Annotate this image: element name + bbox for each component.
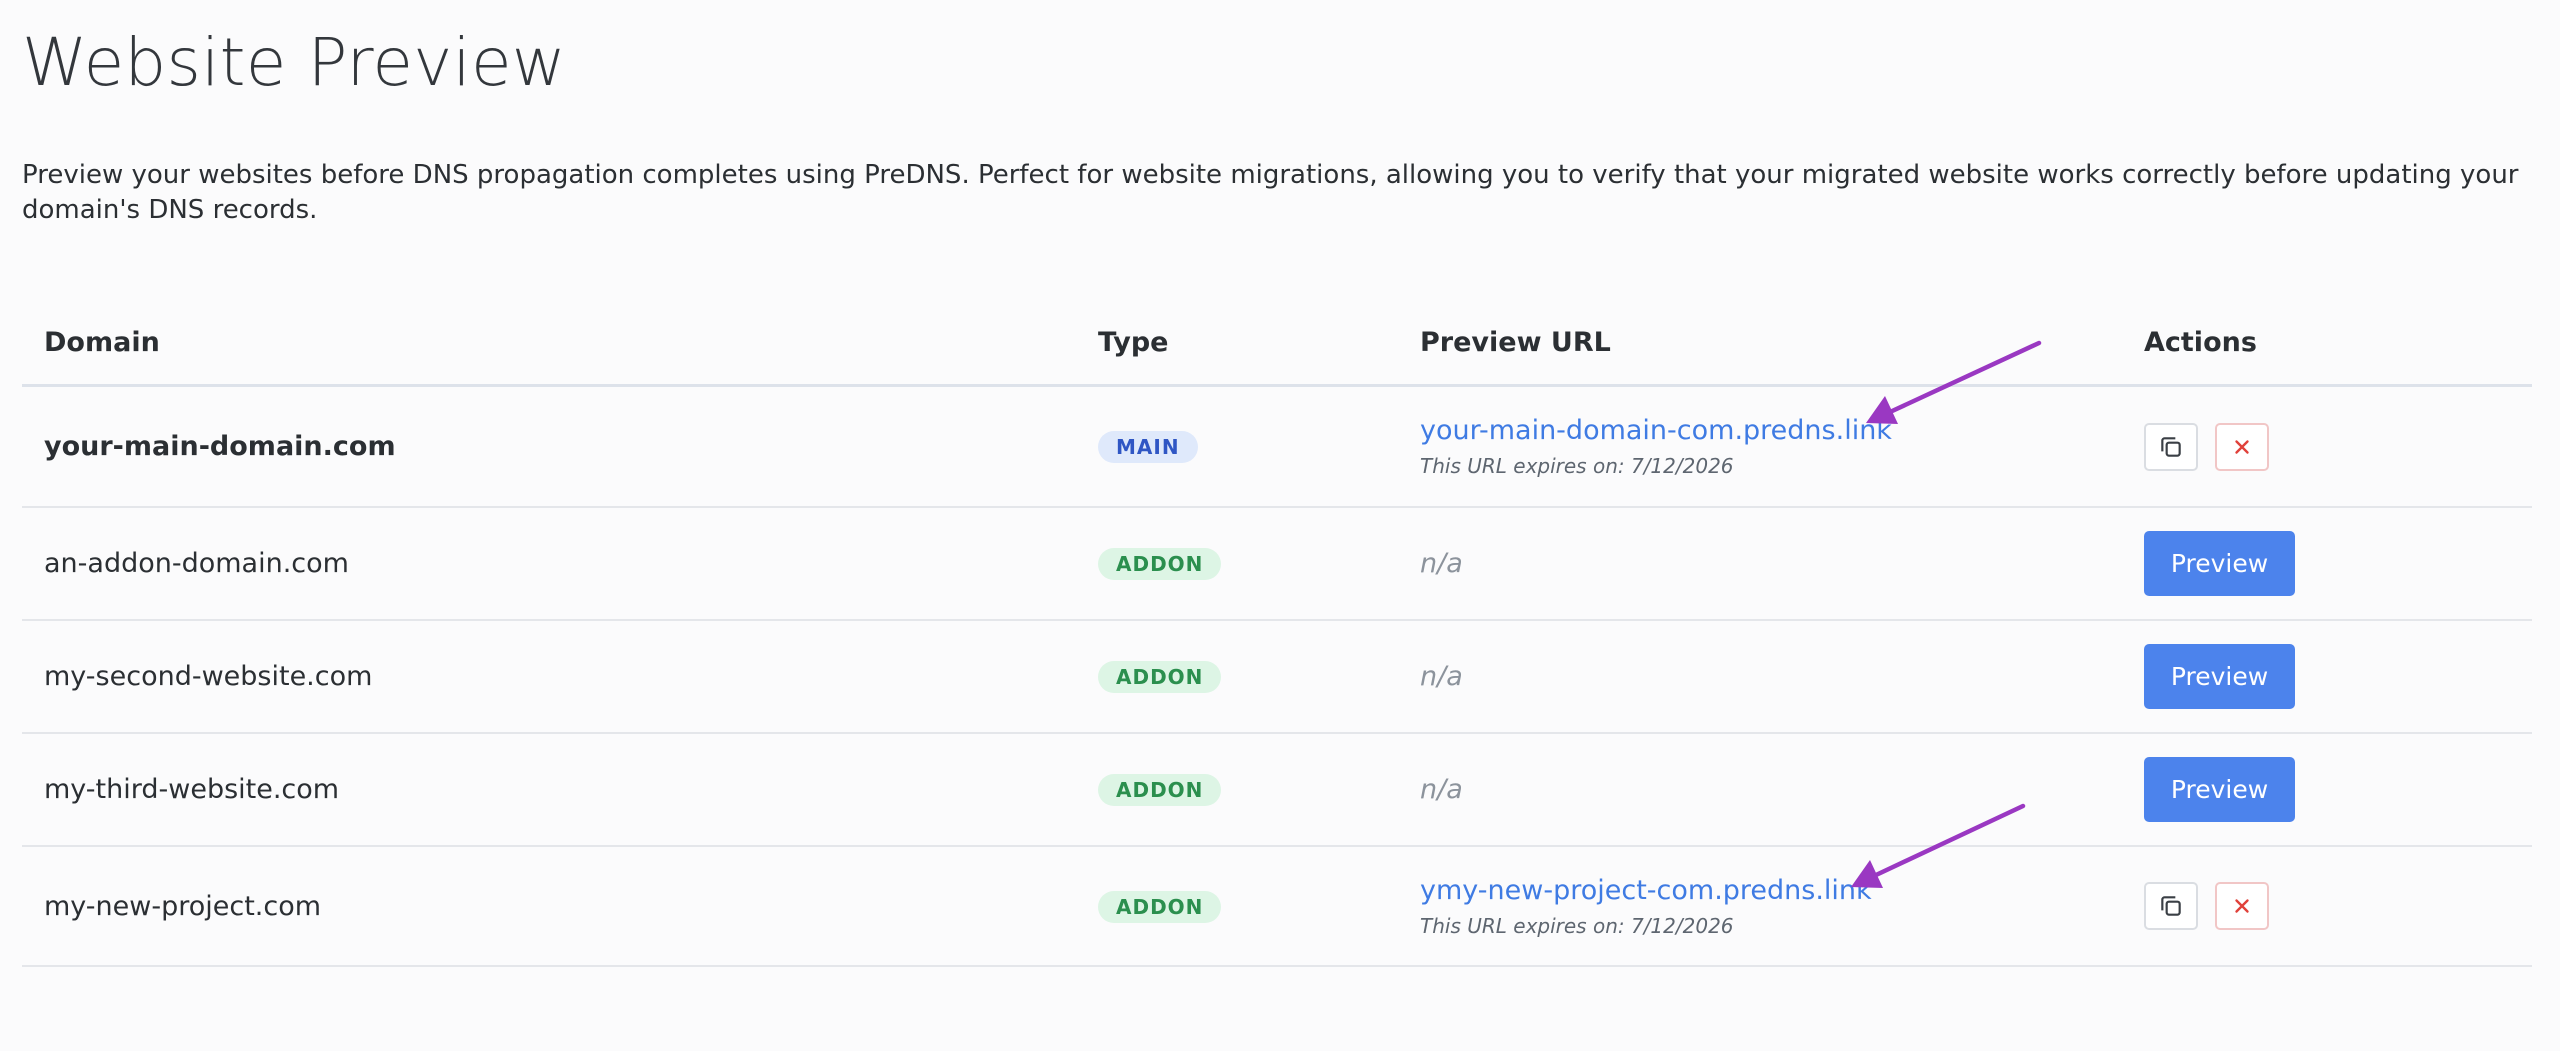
preview-url-na: n/a bbox=[1420, 774, 1463, 805]
page-description: Preview your websites before DNS propaga… bbox=[22, 160, 2519, 225]
preview-url-na: n/a bbox=[1420, 548, 1463, 579]
preview-button[interactable]: Preview bbox=[2144, 757, 2295, 822]
type-badge-addon: ADDON bbox=[1098, 661, 1222, 693]
type-badge-addon: ADDON bbox=[1098, 548, 1222, 580]
url-expiry-text: This URL expires on: 7/12/2026 bbox=[1420, 454, 1734, 478]
preview-url-cell: n/a bbox=[1398, 733, 2122, 847]
preview-url-na: n/a bbox=[1420, 661, 1463, 692]
table-row: my-new-project.com ADDON ymy-new-project… bbox=[22, 846, 2532, 967]
copy-icon bbox=[2161, 436, 2181, 457]
preview-url-cell: n/a bbox=[1398, 507, 2122, 621]
table-row: my-second-website.com ADDON n/a Preview bbox=[22, 620, 2532, 734]
type-badge-main: MAIN bbox=[1098, 431, 1198, 463]
website-preview-page: Website Preview Preview your websites be… bbox=[0, 0, 2560, 1051]
table-row: your-main-domain.com MAIN your-main-doma… bbox=[22, 385, 2532, 508]
remove-preview-button[interactable] bbox=[2214, 422, 2269, 471]
domain-cell: an-addon-domain.com bbox=[22, 507, 1076, 621]
preview-url-cell: your-main-domain-com.predns.link This UR… bbox=[1398, 385, 2122, 508]
copy-url-button[interactable] bbox=[2144, 882, 2198, 930]
close-icon bbox=[2234, 439, 2249, 454]
copy-icon bbox=[2161, 896, 2181, 916]
preview-url-cell: n/a bbox=[1398, 620, 2122, 734]
column-header-type: Type bbox=[1076, 300, 1398, 387]
actions-cell: Preview bbox=[2122, 507, 2532, 621]
type-cell: ADDON bbox=[1076, 846, 1398, 967]
table-header-row: Domain Type Preview URL Actions bbox=[22, 300, 2532, 387]
preview-url-link[interactable]: your-main-domain-com.predns.link bbox=[1420, 415, 1892, 446]
domain-cell: my-new-project.com bbox=[22, 846, 1076, 967]
preview-url-cell: ymy-new-project-com.predns.link This URL… bbox=[1398, 846, 2122, 967]
column-header-domain: Domain bbox=[22, 300, 1076, 387]
type-cell: ADDON bbox=[1076, 507, 1398, 621]
preview-button[interactable]: Preview bbox=[2144, 644, 2295, 709]
domain-cell: my-third-website.com bbox=[22, 733, 1076, 847]
preview-button[interactable]: Preview bbox=[2144, 531, 2295, 596]
column-header-actions: Actions bbox=[2122, 300, 2532, 387]
actions-cell bbox=[2122, 846, 2532, 967]
column-header-preview-url: Preview URL bbox=[1398, 300, 2122, 387]
close-icon bbox=[2234, 899, 2249, 913]
domain-cell: your-main-domain.com bbox=[22, 385, 1076, 508]
type-badge-addon: ADDON bbox=[1098, 774, 1222, 806]
table-row: an-addon-domain.com ADDON n/a Preview bbox=[22, 507, 2532, 621]
url-expiry-text: This URL expires on: 7/12/2026 bbox=[1420, 913, 1734, 938]
type-cell: ADDON bbox=[1076, 620, 1398, 734]
type-cell: MAIN bbox=[1076, 385, 1398, 508]
remove-preview-button[interactable] bbox=[2214, 882, 2269, 930]
actions-cell bbox=[2122, 385, 2532, 508]
page-title: Website Preview bbox=[22, 24, 566, 101]
preview-url-link[interactable]: ymy-new-project-com.predns.link bbox=[1420, 875, 1872, 906]
actions-cell: Preview bbox=[2122, 620, 2532, 734]
type-cell: ADDON bbox=[1076, 733, 1398, 847]
type-badge-addon: ADDON bbox=[1098, 890, 1222, 923]
table-row: my-third-website.com ADDON n/a Preview bbox=[22, 733, 2532, 847]
domain-cell: my-second-website.com bbox=[22, 620, 1076, 734]
copy-url-button[interactable] bbox=[2144, 422, 2198, 471]
actions-cell: Preview bbox=[2122, 733, 2532, 847]
domains-table: Domain Type Preview URL Actions your-mai… bbox=[22, 300, 2532, 967]
